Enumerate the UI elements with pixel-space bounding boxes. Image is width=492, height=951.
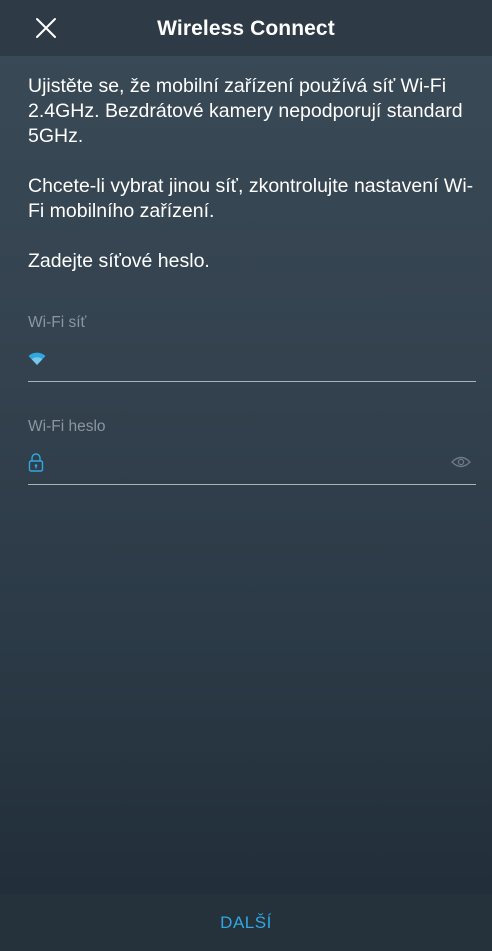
instruction-paragraph-3: Zadejte síťové heslo. xyxy=(28,250,210,272)
wifi-password-input[interactable] xyxy=(56,451,426,475)
wireless-connect-screen: Wireless Connect Ujistěte se, že mobilní… xyxy=(0,0,492,951)
next-button[interactable]: DALŠÍ xyxy=(0,913,492,933)
eye-icon[interactable] xyxy=(451,455,471,469)
instructions: Ujistěte se, že mobilní zařízení používá… xyxy=(28,74,476,274)
wifi-password-label: Wi-Fi heslo xyxy=(28,418,106,435)
instruction-paragraph-1: Ujistěte se, že mobilní zařízení používá… xyxy=(28,75,463,147)
lock-icon xyxy=(28,453,44,472)
wifi-network-underline xyxy=(28,381,476,382)
instruction-paragraph-2: Chcete-li vybrat jinou síť, zkontrolujte… xyxy=(28,175,474,222)
wifi-network-input[interactable] xyxy=(56,346,436,370)
wifi-icon xyxy=(28,352,46,365)
wifi-network-label: Wi-Fi síť xyxy=(28,314,87,331)
footer-bar: DALŠÍ xyxy=(0,894,492,951)
page-title: Wireless Connect xyxy=(157,17,335,40)
wifi-password-underline xyxy=(28,484,476,485)
header-bar: Wireless Connect xyxy=(0,0,492,56)
